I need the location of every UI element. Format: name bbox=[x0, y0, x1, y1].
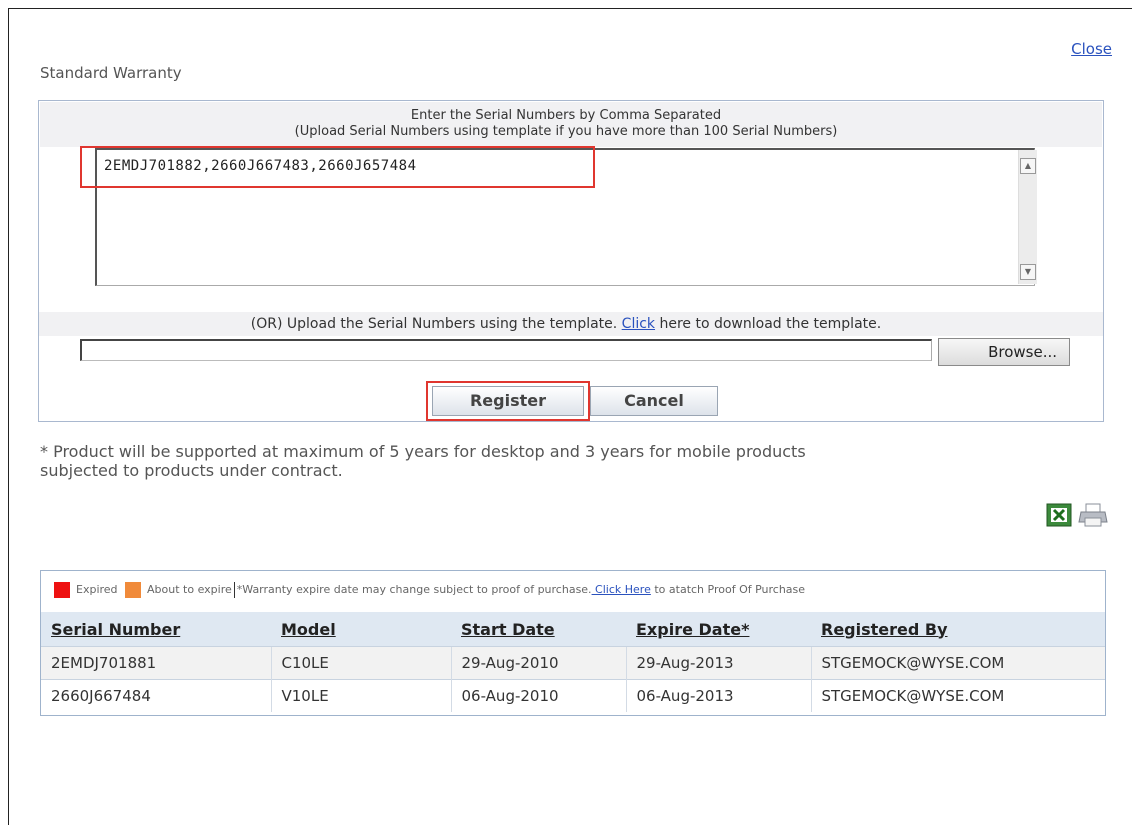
attach-text: to atatch Proof Of Purchase bbox=[650, 583, 806, 596]
warranty-table: Serial Number Model Start Date Expire Da… bbox=[41, 612, 1105, 712]
cell-serial-number: 2EMDJ701881 bbox=[41, 646, 271, 680]
close-link[interactable]: Close bbox=[1071, 40, 1112, 58]
cell-model: V10LE bbox=[270, 679, 451, 712]
column-header-start-date[interactable]: Start Date bbox=[451, 612, 626, 647]
download-template-link[interactable]: Click bbox=[622, 316, 655, 332]
column-header-registered-by[interactable]: Registered By bbox=[811, 612, 1105, 647]
legend-divider bbox=[233, 582, 235, 598]
instruction-line: Enter the Serial Numbers by Comma Separa… bbox=[410, 108, 722, 123]
instruction-subline: (Upload Serial Numbers using template if… bbox=[294, 124, 838, 139]
legend: Expired About to expire *Warranty expire … bbox=[54, 582, 805, 598]
column-header-expire-date[interactable]: Expire Date* bbox=[626, 612, 811, 647]
support-note-line: * Product will be supported at maximum o… bbox=[40, 442, 806, 461]
support-note-line: subjected to products under contract. bbox=[40, 461, 343, 480]
browse-button[interactable]: Browse... bbox=[938, 338, 1070, 366]
table-row: 2EMDJ701881 C10LE 29-Aug-2010 29-Aug-201… bbox=[41, 646, 1105, 680]
textarea-scrollbar[interactable]: ▲ ▼ bbox=[1018, 150, 1037, 284]
disclaimer-text: *Warranty expire date may change subject… bbox=[236, 583, 592, 596]
cell-expire-date: 06-Aug-2013 bbox=[625, 679, 811, 712]
expired-swatch bbox=[54, 582, 70, 598]
file-path-input[interactable] bbox=[80, 339, 932, 361]
page-title: Standard Warranty bbox=[40, 64, 182, 82]
cancel-button[interactable]: Cancel bbox=[590, 386, 718, 416]
about-to-expire-label: About to expire bbox=[147, 583, 232, 596]
register-highlight-box bbox=[426, 381, 590, 421]
about-to-expire-swatch bbox=[125, 582, 142, 598]
serial-highlight-box bbox=[80, 146, 595, 188]
expired-label: Expired bbox=[76, 583, 118, 596]
column-header-model[interactable]: Model bbox=[271, 612, 451, 647]
upload-text-after: here to download the template. bbox=[655, 316, 882, 332]
scroll-up-icon[interactable]: ▲ bbox=[1020, 158, 1036, 174]
support-note: * Product will be supported at maximum o… bbox=[40, 442, 1100, 480]
excel-icon[interactable] bbox=[1046, 503, 1072, 527]
cell-registered-by: STGEMOCK@WYSE.COM bbox=[810, 679, 1105, 712]
upload-instruction: (OR) Upload the Serial Numbers using the… bbox=[0, 316, 1132, 332]
scroll-down-icon[interactable]: ▼ bbox=[1020, 264, 1036, 280]
attach-proof-link[interactable]: Click Here bbox=[592, 583, 651, 596]
cell-expire-date: 29-Aug-2013 bbox=[625, 646, 811, 680]
printer-icon[interactable] bbox=[1078, 503, 1108, 527]
cell-serial-number: 2660J667484 bbox=[41, 679, 271, 712]
table-row: 2660J667484 V10LE 06-Aug-2010 06-Aug-201… bbox=[41, 679, 1105, 712]
cell-registered-by: STGEMOCK@WYSE.COM bbox=[810, 646, 1105, 680]
cell-model: C10LE bbox=[270, 646, 451, 680]
cell-start-date: 06-Aug-2010 bbox=[450, 679, 626, 712]
upload-text: (OR) Upload the Serial Numbers using the… bbox=[250, 316, 622, 332]
cell-start-date: 29-Aug-2010 bbox=[450, 646, 626, 680]
column-header-serial-number[interactable]: Serial Number bbox=[41, 612, 271, 647]
